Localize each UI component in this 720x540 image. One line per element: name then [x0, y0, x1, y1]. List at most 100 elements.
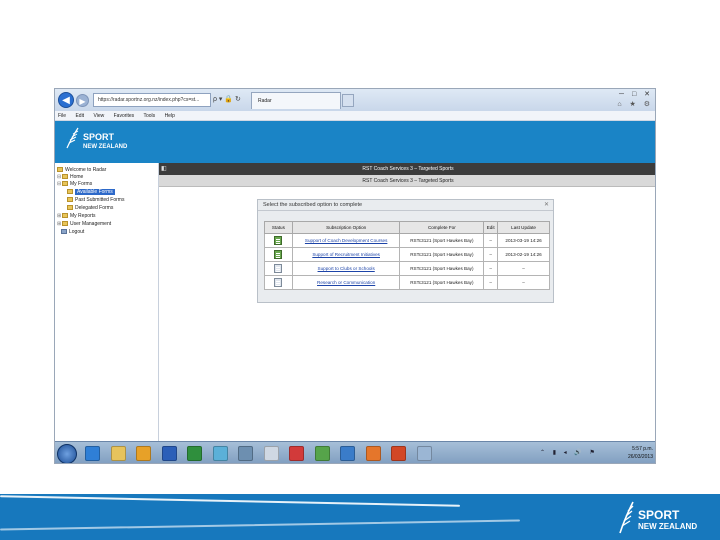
firefox-icon[interactable] — [365, 446, 381, 461]
visio-icon[interactable] — [340, 446, 355, 461]
outlook-icon[interactable] — [136, 446, 151, 461]
acrobat-icon[interactable] — [289, 446, 304, 461]
tree-item-my-reports[interactable]: ⊞ My Reports — [57, 213, 96, 220]
footer-logo-line2: NEW ZEALAND — [638, 522, 698, 531]
fern-icon — [619, 501, 634, 534]
last-update-cell: 2013-03-19 14:26 — [497, 233, 550, 248]
docs-icon[interactable] — [263, 446, 279, 461]
sport-nz-logo: SPORT NEW ZEALAND — [65, 127, 145, 157]
menu-view[interactable]: View — [93, 113, 104, 119]
status-cell — [264, 261, 293, 276]
tool-icon[interactable] — [416, 446, 432, 461]
tree-item-user-management[interactable]: ⊞ User Management — [57, 221, 111, 228]
wave-line — [0, 495, 460, 507]
form-icon — [67, 205, 73, 211]
clock[interactable]: 5:57 p.m. 26/03/2013 — [628, 445, 653, 461]
tree-item-past-submitted-forms[interactable]: Past Submitted Forms — [67, 197, 124, 204]
subscription-option-link[interactable]: Support of Recruitment Initiatives — [291, 247, 401, 262]
tree-item-home[interactable]: ⊟ Home — [57, 174, 83, 181]
edit-cell: – — [483, 233, 499, 248]
last-update-cell: – — [497, 261, 550, 276]
menu-favorites[interactable]: Favorites — [114, 113, 135, 119]
menu-edit[interactable]: Edit — [75, 113, 84, 119]
folder-icon — [57, 167, 63, 173]
column-header-complete-for: Complete For — [399, 221, 485, 234]
tab-radar[interactable]: Radar — [251, 92, 341, 109]
edit-cell: – — [483, 261, 499, 276]
last-update-cell: 2013-02-19 14:26 — [497, 247, 550, 262]
menu-bar: File Edit View Favorites Tools Help — [55, 111, 655, 121]
page-subtitle: RST Coach Services 3 – Targeted Sports — [362, 178, 454, 184]
edit-cell: – — [483, 275, 499, 290]
browser-screenshot: ◀ ▶ https://radar.sportnz.org.nz/index.p… — [54, 88, 656, 464]
menu-help[interactable]: Help — [165, 113, 175, 119]
clock-date: 26/03/2013 — [627, 454, 653, 460]
powerpoint-icon[interactable] — [391, 446, 406, 461]
form-status-icon[interactable] — [274, 249, 283, 259]
form-status-icon[interactable] — [274, 263, 283, 273]
windows-taskbar: ⌃ ▮ ◂ 🔊 ⚑ 5:57 p.m. 26/03/2013 — [55, 441, 655, 463]
tree-item-my-forms[interactable]: ⊟ My Forms — [57, 181, 92, 188]
column-header-status: Status — [264, 221, 293, 234]
new-tab-button[interactable] — [342, 94, 354, 107]
tree-item-available-forms[interactable]: Available Forms — [67, 189, 115, 196]
url-tools[interactable]: ρ ▾ 🔒 ↻ — [213, 93, 247, 107]
table-row: Research or Communication RSTc3121 (Spor… — [264, 275, 550, 290]
status-cell — [264, 247, 293, 262]
last-update-cell: – — [497, 275, 550, 290]
menu-tools[interactable]: Tools — [143, 113, 155, 119]
collapse-icon[interactable]: ◧ — [161, 163, 167, 175]
table-row: Support of Coach Development Courses RST… — [264, 233, 550, 248]
folder-icon[interactable] — [110, 446, 126, 461]
table-header-row: Status Subscription Option Complete For … — [264, 221, 550, 234]
url-input[interactable]: https://radar.sportnz.org.nz/index.php?c… — [93, 93, 211, 107]
subscription-option-link[interactable]: Support of Coach Development Courses — [291, 233, 401, 248]
home-icon — [62, 174, 68, 180]
close-icon[interactable]: ✕ — [544, 200, 549, 211]
tree-item-welcome[interactable]: Welcome to Radar — [57, 167, 106, 174]
clock-time: 5:57 p.m. — [632, 446, 653, 452]
menu-file[interactable]: File — [58, 113, 66, 119]
logout-icon — [61, 229, 67, 235]
form-status-icon[interactable] — [274, 277, 283, 287]
back-button[interactable]: ◀ — [58, 92, 74, 108]
system-tray[interactable]: ⌃ ▮ ◂ 🔊 ⚑ — [540, 449, 598, 456]
complete-for-cell: RSTc3121 (Sport Hawkes Bay) — [399, 275, 485, 290]
column-header-last-update: Last Update — [497, 221, 550, 234]
tree-item-delegated-forms[interactable]: Delegated Forms — [67, 205, 113, 212]
ie-icon[interactable] — [85, 446, 100, 461]
word-icon[interactable] — [161, 446, 177, 461]
forward-button[interactable]: ▶ — [76, 94, 89, 107]
window-controls[interactable]: ─ □ ✕ — [619, 90, 653, 98]
complete-for-cell: RSTc3121 (Sport Hawkes Bay) — [399, 247, 485, 262]
app2-icon[interactable] — [238, 446, 253, 461]
footer-logo-line1: SPORT — [638, 508, 680, 522]
address-bar: ◀ ▶ https://radar.sportnz.org.nz/index.p… — [55, 89, 655, 111]
excel-icon[interactable] — [187, 446, 202, 461]
start-button[interactable] — [57, 444, 77, 463]
sport-nz-footer-logo: SPORT NEW ZEALAND — [618, 500, 718, 536]
subscription-option-link[interactable]: Research or Communication — [291, 275, 401, 290]
status-cell — [264, 233, 293, 248]
form-status-icon[interactable] — [274, 235, 283, 245]
table-row: Support to Clubs or Schools RSTc3121 (Sp… — [264, 261, 550, 276]
app-icon[interactable] — [212, 446, 228, 461]
folder-icon — [62, 221, 68, 227]
page-header-bar: ◧ RST Coach Services 3 – Targeted Sports — [159, 163, 655, 175]
complete-for-cell: RSTc3121 (Sport Hawkes Bay) — [399, 233, 485, 248]
complete-for-cell: RSTc3121 (Sport Hawkes Bay) — [399, 261, 485, 276]
tree-item-logout[interactable]: Logout — [61, 229, 84, 236]
subscription-option-link[interactable]: Support to Clubs or Schools — [291, 261, 401, 276]
globe-icon[interactable] — [314, 446, 330, 461]
column-header-edit: Edit — [483, 221, 499, 234]
subscription-table: Status Subscription Option Complete For … — [264, 221, 550, 290]
navigation-tree: Welcome to Radar ⊟ Home ⊟ My Forms Availab… — [55, 163, 159, 443]
browser-toolbar-icons[interactable]: ⌂ ★ ⚙ — [617, 100, 653, 108]
subscription-panel: Select the subscribed option to complete… — [257, 199, 554, 303]
folder-icon — [62, 213, 68, 219]
logo-line2: NEW ZEALAND — [83, 144, 128, 150]
column-header-option: Subscription Option — [291, 221, 401, 234]
edit-cell: – — [483, 247, 499, 262]
panel-title-text: Select the subscribed option to complete — [263, 202, 363, 208]
status-cell — [264, 275, 293, 290]
